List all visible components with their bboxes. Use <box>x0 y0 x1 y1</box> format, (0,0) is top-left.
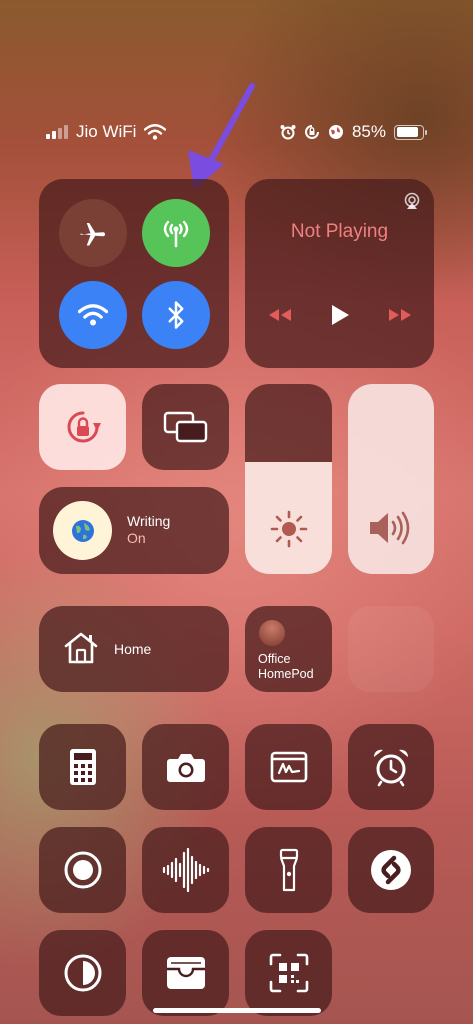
battery-icon <box>394 124 427 140</box>
airplane-mode-toggle[interactable] <box>59 199 127 267</box>
home-indicator[interactable] <box>153 1008 321 1013</box>
cellular-antenna-icon <box>163 220 189 248</box>
signal-bars-icon <box>46 125 68 139</box>
brightness-slider[interactable] <box>245 384 332 574</box>
cellular-data-toggle[interactable] <box>142 199 210 267</box>
play-icon[interactable] <box>330 304 350 326</box>
orientation-lock-button[interactable] <box>39 384 126 470</box>
camera-button[interactable] <box>142 724 229 810</box>
airplane-icon <box>80 223 105 246</box>
fast-forward-icon[interactable] <box>387 307 413 323</box>
status-bar: Jio WiFi 85% <box>46 118 427 146</box>
focus-mode-state: On <box>127 530 146 546</box>
flashlight-icon <box>279 848 298 892</box>
shazam-button[interactable] <box>348 827 434 913</box>
quick-note-icon <box>270 751 307 783</box>
flashlight-button[interactable] <box>245 827 332 913</box>
globe-icon <box>71 519 94 542</box>
bluetooth-toggle[interactable] <box>142 281 210 349</box>
screen-mirroring-button[interactable] <box>142 384 229 470</box>
quick-note-button[interactable] <box>245 724 332 810</box>
shazam-icon <box>371 850 411 890</box>
screen-recording-button[interactable] <box>39 827 126 913</box>
calculator-icon <box>69 749 96 785</box>
home-icon <box>64 632 98 664</box>
focus-mode-badge <box>53 501 112 560</box>
voice-memos-button[interactable] <box>142 827 229 913</box>
calculator-button[interactable] <box>39 724 126 810</box>
dark-mode-button[interactable] <box>39 930 126 1016</box>
code-scanner-button[interactable] <box>245 930 332 1016</box>
rewind-icon[interactable] <box>267 307 293 323</box>
homepod-icon <box>259 620 285 646</box>
brightness-sun-icon <box>270 510 308 548</box>
wifi-icon <box>78 304 108 326</box>
now-playing-status: Not Playing <box>290 221 389 242</box>
orientation-lock-status-icon <box>305 125 319 139</box>
airplay-icon[interactable] <box>403 192 421 210</box>
screen-record-icon <box>64 851 101 889</box>
qr-code-scanner-icon <box>269 953 308 993</box>
connectivity-module[interactable] <box>39 179 229 368</box>
focus-mode-title: Writing <box>127 513 171 529</box>
camera-icon <box>166 754 205 782</box>
empty-tile-slot <box>348 606 434 692</box>
homepod-name-line2: HomePod <box>258 667 314 681</box>
screen-mirroring-icon <box>163 411 207 443</box>
wifi-status-icon <box>144 124 167 140</box>
alarm-button[interactable] <box>348 724 434 810</box>
alarm-clock-icon <box>373 749 409 787</box>
wifi-toggle[interactable] <box>59 281 127 349</box>
dark-mode-icon <box>64 954 101 992</box>
focus-mode-tile[interactable]: Writing On <box>39 487 229 574</box>
bluetooth-icon <box>168 301 184 329</box>
sound-waveform-icon <box>162 847 209 893</box>
location-status-icon <box>328 125 343 139</box>
carrier-name: Jio WiFi <box>76 122 137 141</box>
home-tile[interactable]: Home <box>39 606 229 692</box>
orientation-lock-icon <box>67 411 101 443</box>
home-label: Home <box>114 641 152 657</box>
volume-slider[interactable] <box>348 384 434 574</box>
wallet-icon <box>166 957 205 989</box>
alarm-status-icon <box>280 125 296 140</box>
speaker-volume-icon <box>370 511 410 545</box>
battery-percent: 85% <box>351 122 386 141</box>
homepod-tile[interactable]: Office HomePod <box>245 606 332 692</box>
homepod-name-line1: Office <box>258 652 291 666</box>
wallet-button[interactable] <box>142 930 229 1016</box>
now-playing-module[interactable]: Not Playing <box>245 179 434 368</box>
